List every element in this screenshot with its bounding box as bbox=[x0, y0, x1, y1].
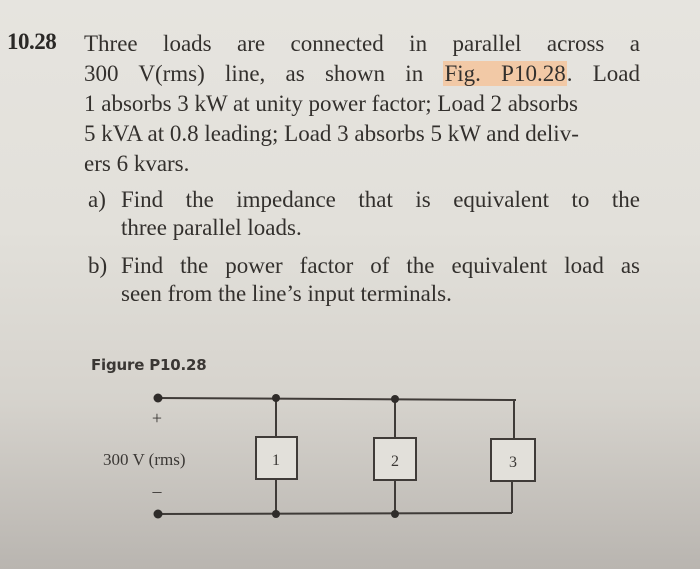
textbook-page: 10.28 Three loads are connected in paral… bbox=[0, 0, 700, 569]
minus-sign: – bbox=[152, 481, 163, 501]
node-bottom-1 bbox=[272, 510, 280, 518]
node-top-2 bbox=[391, 395, 399, 403]
load-1-label: 1 bbox=[272, 452, 280, 469]
node-top-1 bbox=[272, 394, 280, 402]
negative-terminal bbox=[153, 509, 163, 519]
load-3-label: 3 bbox=[509, 454, 517, 471]
top-wire bbox=[156, 397, 517, 401]
plus-sign: + bbox=[152, 408, 162, 428]
positive-terminal bbox=[153, 393, 163, 403]
source-voltage-label: 300 V (rms) bbox=[103, 450, 186, 469]
load-2-label: 2 bbox=[391, 453, 399, 470]
node-bottom-2 bbox=[391, 510, 399, 518]
circuit-diagram: + – 300 V (rms) 1 2 3 bbox=[103, 393, 536, 519]
bottom-wire bbox=[156, 512, 513, 515]
